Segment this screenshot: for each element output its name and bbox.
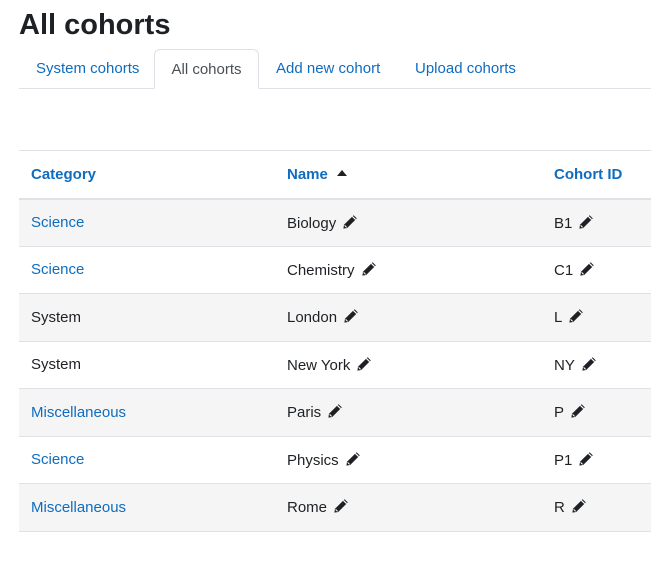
column-header-category[interactable]: Category <box>19 150 275 200</box>
category-link[interactable]: Miscellaneous <box>31 404 126 421</box>
pencil-icon[interactable] <box>578 214 594 230</box>
pencil-icon[interactable] <box>342 214 358 230</box>
cell-cohort-id: P <box>542 388 651 437</box>
cell-name: Chemistry <box>275 246 542 294</box>
sort-ascending-icon[interactable] <box>336 169 347 176</box>
category-link[interactable]: Miscellaneous <box>31 499 126 516</box>
table-row: Miscellaneous Rome R <box>19 483 651 532</box>
table-row: Science Chemistry C1 <box>19 246 651 294</box>
tab-add-new-cohort[interactable]: Add new cohort <box>276 49 380 89</box>
cell-name: New York <box>275 341 542 389</box>
cohort-id: P1 <box>554 451 573 469</box>
table-row: System New York NY <box>19 341 651 389</box>
pencil-icon[interactable] <box>571 498 587 514</box>
pencil-icon[interactable] <box>327 403 343 419</box>
column-header-name-label[interactable]: Name <box>287 166 328 183</box>
pencil-icon[interactable] <box>570 403 586 419</box>
tab-bar: System cohorts All cohorts Add new cohor… <box>19 49 651 89</box>
pencil-icon[interactable] <box>579 261 595 277</box>
cohort-id: C1 <box>554 261 574 279</box>
cohort-id: P <box>554 404 565 422</box>
cell-category: Miscellaneous <box>19 483 275 532</box>
pencil-icon[interactable] <box>333 498 349 514</box>
cohort-name: New York <box>287 356 351 374</box>
cohort-id: NY <box>554 356 575 374</box>
pencil-icon[interactable] <box>356 356 372 372</box>
column-header-cohort-id[interactable]: Cohort ID <box>542 150 651 200</box>
cohort-name: Paris <box>287 404 322 422</box>
cell-name: Paris <box>275 388 542 437</box>
column-header-name[interactable]: Name <box>275 150 542 200</box>
cell-category: System <box>19 293 275 342</box>
pencil-icon[interactable] <box>343 308 359 324</box>
cell-cohort-id: B1 <box>542 198 651 247</box>
pencil-icon[interactable] <box>568 308 584 324</box>
cell-category: System <box>19 341 275 389</box>
category-link[interactable]: Science <box>31 261 84 278</box>
pencil-icon[interactable] <box>578 451 594 467</box>
column-header-cohort-id-label[interactable]: Cohort ID <box>554 166 622 183</box>
cohort-name: London <box>287 309 338 327</box>
cohort-id: L <box>554 309 563 327</box>
cell-category: Science <box>19 436 275 484</box>
table-header-row: Category Name Cohort ID <box>19 150 651 200</box>
cell-cohort-id: P1 <box>542 436 651 484</box>
cell-cohort-id: C1 <box>542 246 651 294</box>
cell-category: Science <box>19 198 275 247</box>
cell-name: London <box>275 293 542 342</box>
cohort-name: Chemistry <box>287 261 355 279</box>
table-row: Miscellaneous Paris P <box>19 388 651 437</box>
table-row: System London L <box>19 293 651 342</box>
table-row: Science Physics P1 <box>19 436 651 484</box>
cohort-name: Physics <box>287 451 339 469</box>
cell-category: Miscellaneous <box>19 388 275 437</box>
pencil-icon[interactable] <box>345 451 361 467</box>
table-body: Science Biology B1 Science Chemistry C1 System… <box>19 198 651 532</box>
tab-all-cohorts[interactable]: All cohorts <box>154 49 259 89</box>
category-text: System <box>31 308 82 326</box>
cohorts-table: Category Name Cohort ID Science Biology B1… <box>19 150 651 532</box>
category-link[interactable]: Science <box>31 451 84 468</box>
cell-cohort-id: R <box>542 483 651 532</box>
cohort-name: Rome <box>287 499 328 517</box>
pencil-icon[interactable] <box>581 356 597 372</box>
cell-name: Rome <box>275 483 542 532</box>
page-title: All cohorts <box>19 9 171 41</box>
cohort-name: Biology <box>287 214 337 232</box>
cell-category: Science <box>19 246 275 294</box>
tab-system-cohorts[interactable]: System cohorts <box>36 49 139 89</box>
table-row: Science Biology B1 <box>19 198 651 247</box>
category-link[interactable]: Science <box>31 214 84 231</box>
tab-upload-cohorts[interactable]: Upload cohorts <box>415 49 516 89</box>
cell-cohort-id: NY <box>542 341 651 389</box>
cell-name: Physics <box>275 436 542 484</box>
cohort-id: R <box>554 499 565 517</box>
cohort-id: B1 <box>554 214 573 232</box>
pencil-icon[interactable] <box>361 261 377 277</box>
cell-cohort-id: L <box>542 293 651 342</box>
cell-name: Biology <box>275 198 542 247</box>
category-text: System <box>31 356 82 374</box>
column-header-category-label[interactable]: Category <box>31 166 96 183</box>
